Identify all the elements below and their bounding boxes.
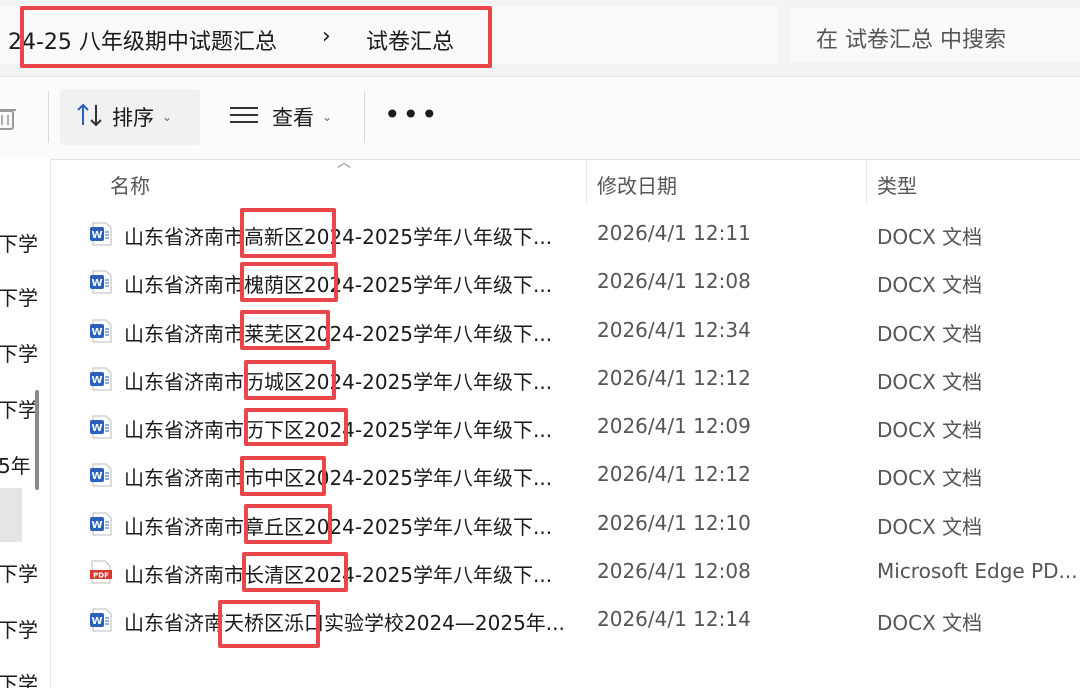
column-divider[interactable] (866, 158, 867, 204)
file-date: 2026/4/1 12:09 (597, 414, 751, 438)
district-annotation-box (244, 360, 336, 400)
file-date: 2026/4/1 12:12 (597, 365, 751, 390)
search-placeholder: 在 试卷汇总 中搜索 (816, 28, 1006, 53)
file-row[interactable]: PDF 山东省济南市长清区2024-2025学年八年级下... 2026/4/1 1… (60, 548, 1080, 596)
file-row[interactable]: W 山东省济南市槐荫区2024-2025学年八年级下... 2026/4/1 12:… (60, 258, 1080, 306)
district-annotation-box (240, 310, 330, 350)
view-icon (230, 105, 258, 129)
nav-item[interactable]: 下学 (0, 394, 38, 423)
navigation-pane: 下学 下学 下学 下学 5年 下学 下学 下学 (0, 158, 51, 688)
nav-item[interactable]: 下学 (0, 614, 38, 643)
svg-text:PDF: PDF (93, 571, 109, 579)
column-header-date[interactable]: 修改日期 (597, 170, 677, 199)
view-button[interactable]: 查看 ⌄ (216, 89, 348, 145)
toolbar-divider (48, 91, 49, 143)
search-input[interactable]: 在 试卷汇总 中搜索 (790, 8, 1080, 62)
file-date: 2026/4/1 12:11 (597, 221, 751, 245)
file-date: 2026/4/1 12:10 (597, 510, 751, 535)
file-type: DOCX 文档 (877, 466, 983, 491)
nav-item[interactable]: 下学 (0, 338, 38, 367)
sort-ascending-icon: ︿ (337, 155, 351, 171)
file-name: 山东省济南市历城区2024-2025学年八年级下... (124, 369, 553, 394)
file-name: 山东省济南市莱芜区2024-2025学年八年级下... (124, 321, 553, 346)
svg-text:W: W (91, 327, 102, 338)
svg-text:W: W (91, 471, 102, 482)
nav-item[interactable]: 5年 (0, 450, 31, 479)
file-date: 2026/4/1 12:34 (597, 317, 751, 342)
nav-item[interactable]: 下学 (0, 228, 38, 257)
file-row[interactable]: W 山东省济南市章丘区2024-2025学年八年级下... 2026/4/1 12:… (60, 500, 1080, 548)
file-row[interactable]: W 山东省济南市历城区2024-2025学年八年级下... 2026/4/1 12:… (60, 355, 1080, 403)
breadcrumb-annotation-box (20, 6, 492, 68)
delete-icon[interactable] (0, 105, 16, 135)
district-annotation-box (244, 408, 348, 446)
word-icon: W (90, 463, 112, 487)
file-type: DOCX 文档 (877, 418, 983, 442)
file-name: 山东省济南市槐荫区2024-2025学年八年级下... (124, 273, 553, 298)
file-type: DOCX 文档 (877, 225, 983, 249)
word-icon: W (90, 608, 112, 632)
file-type: DOCX 文档 (877, 273, 983, 298)
district-annotation-box (240, 456, 326, 496)
word-icon: W (90, 367, 112, 391)
word-icon: W (90, 319, 112, 343)
svg-text:W: W (91, 278, 102, 289)
nav-scrollbar[interactable] (35, 390, 39, 490)
svg-text:W: W (91, 423, 102, 434)
svg-text:W: W (91, 520, 102, 531)
nav-selected-highlight (0, 488, 22, 542)
file-name: 山东省济南市章丘区2024-2025学年八年级下... (124, 514, 553, 539)
svg-text:W: W (91, 230, 102, 241)
pdf-icon: PDF (90, 560, 112, 584)
file-date: 2026/4/1 12:14 (597, 607, 751, 631)
district-annotation-box (240, 262, 338, 302)
file-row[interactable]: W 山东省济南市市中区2024-2025学年八年级下... 2026/4/1 12:… (60, 451, 1080, 499)
word-icon: W (90, 270, 112, 294)
file-type: DOCX 文档 (877, 369, 983, 394)
nav-item[interactable]: 下学 (0, 282, 38, 311)
district-annotation-box (218, 600, 320, 648)
file-date: 2026/4/1 12:08 (597, 269, 751, 294)
district-annotation-box (242, 552, 348, 592)
word-icon: W (90, 222, 112, 246)
district-annotation-box (244, 504, 332, 544)
file-row[interactable]: W 山东省济南市历下区2024-2025学年八年级下... 2026/4/1 12:… (60, 403, 1080, 451)
file-row[interactable]: W 山东省济南天桥区泺口实验学校2024—2025年... 2026/4/1 12:… (60, 596, 1080, 644)
sort-label: 排序 (112, 106, 154, 130)
column-divider[interactable] (586, 158, 587, 204)
toolbar-divider (364, 91, 365, 143)
file-type: DOCX 文档 (877, 514, 983, 539)
file-name: 山东省济南市市中区2024-2025学年八年级下... (124, 466, 553, 491)
file-name: 山东省济南天桥区泺口实验学校2024—2025年... (124, 611, 565, 635)
nav-item[interactable]: 下学 (0, 668, 38, 688)
file-row[interactable]: W 山东省济南市高新区2024-2025学年八年级下... 2026/4/1 12:… (60, 210, 1080, 258)
file-name: 山东省济南市高新区2024-2025学年八年级下... (124, 225, 553, 249)
file-date: 2026/4/1 12:08 (597, 558, 751, 583)
nav-item[interactable]: 下学 (0, 558, 38, 587)
sort-button[interactable]: 排序 ⌄ (60, 89, 200, 145)
column-header-type[interactable]: 类型 (877, 170, 917, 199)
svg-text:W: W (91, 375, 102, 386)
file-type: Microsoft Edge PD... (877, 558, 1078, 583)
file-date: 2026/4/1 12:12 (597, 462, 751, 487)
word-icon: W (90, 415, 112, 439)
view-label: 查看 (272, 106, 314, 130)
file-type: DOCX 文档 (877, 321, 983, 346)
chevron-down-icon: ⌄ (162, 110, 173, 124)
word-icon: W (90, 512, 112, 536)
column-header-name[interactable]: 名称 (110, 170, 150, 199)
command-toolbar: 排序 ⌄ 查看 ⌄ ••• (0, 76, 1080, 160)
district-annotation-box (240, 208, 336, 258)
svg-text:W: W (91, 616, 102, 627)
chevron-down-icon: ⌄ (322, 110, 333, 124)
sort-icon (76, 103, 104, 131)
more-options-icon[interactable]: ••• (384, 101, 440, 129)
file-row[interactable]: W 山东省济南市莱芜区2024-2025学年八年级下... 2026/4/1 12:… (60, 307, 1080, 355)
file-type: DOCX 文档 (877, 611, 983, 635)
